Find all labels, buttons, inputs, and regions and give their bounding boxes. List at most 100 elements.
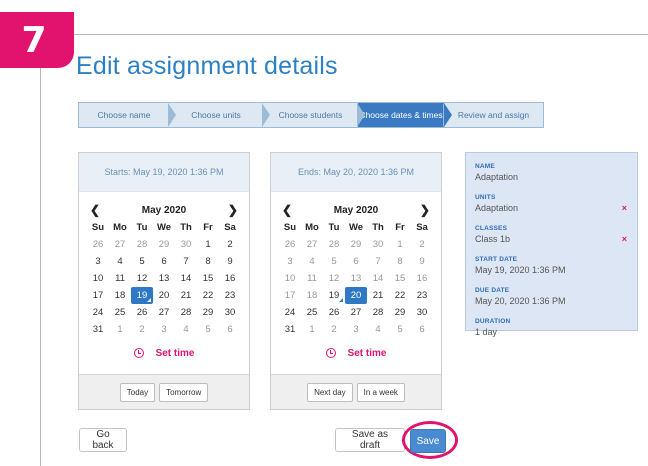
- calendar-day[interactable]: 5: [323, 253, 345, 270]
- calendar-day[interactable]: 28: [175, 304, 197, 321]
- calendar-day[interactable]: 3: [279, 253, 301, 270]
- step-choose-units[interactable]: Choose units: [168, 103, 263, 127]
- calendar-day[interactable]: 7: [367, 253, 389, 270]
- calendar-day[interactable]: 1: [301, 321, 323, 338]
- step-choose-name[interactable]: Choose name: [79, 103, 169, 127]
- calendar-day[interactable]: 10: [279, 270, 301, 287]
- calendar-day[interactable]: 15: [389, 270, 411, 287]
- calendar-day[interactable]: 8: [389, 253, 411, 270]
- calendar-day[interactable]: 26: [87, 236, 109, 253]
- calendar-day[interactable]: 28: [131, 236, 153, 253]
- calendar-day[interactable]: 29: [197, 304, 219, 321]
- calendar-day[interactable]: 24: [279, 304, 301, 321]
- calendar-day[interactable]: 7: [175, 253, 197, 270]
- calendar-day[interactable]: 29: [153, 236, 175, 253]
- calendar-day[interactable]: 20: [153, 287, 175, 304]
- calendar-day[interactable]: 30: [219, 304, 241, 321]
- calendar-day[interactable]: 1: [109, 321, 131, 338]
- calendar-day[interactable]: 16: [411, 270, 433, 287]
- calendar-day[interactable]: 2: [411, 236, 433, 253]
- calendar-day[interactable]: 3: [345, 321, 367, 338]
- calendar-day[interactable]: 2: [131, 321, 153, 338]
- chevron-left-icon[interactable]: ❮: [282, 203, 292, 217]
- calendar-day[interactable]: 17: [279, 287, 301, 304]
- calendar-day[interactable]: 26: [279, 236, 301, 253]
- calendar-day[interactable]: 18: [301, 287, 323, 304]
- chevron-right-icon[interactable]: ❯: [228, 203, 238, 217]
- calendar-day[interactable]: 6: [153, 253, 175, 270]
- calendar-day[interactable]: 15: [197, 270, 219, 287]
- calendar-day[interactable]: 2: [219, 236, 241, 253]
- next-day-button[interactable]: Next day: [307, 382, 353, 402]
- calendar-day[interactable]: 25: [301, 304, 323, 321]
- calendar-day[interactable]: 30: [411, 304, 433, 321]
- calendar-day[interactable]: 11: [109, 270, 131, 287]
- calendar-day[interactable]: 19: [131, 287, 153, 304]
- step-choose-students[interactable]: Choose students: [262, 103, 358, 127]
- calendar-day[interactable]: 30: [175, 236, 197, 253]
- remove-unit-icon[interactable]: ×: [622, 203, 627, 213]
- calendar-day[interactable]: 8: [197, 253, 219, 270]
- calendar-day[interactable]: 20: [345, 287, 367, 304]
- calendar-day[interactable]: 28: [323, 236, 345, 253]
- calendar-day[interactable]: 26: [131, 304, 153, 321]
- calendar-day[interactable]: 1: [197, 236, 219, 253]
- tomorrow-button[interactable]: Tomorrow: [159, 382, 209, 402]
- calendar-day[interactable]: 17: [87, 287, 109, 304]
- calendar-day[interactable]: 22: [197, 287, 219, 304]
- calendar-day[interactable]: 21: [175, 287, 197, 304]
- calendar-day[interactable]: 6: [411, 321, 433, 338]
- calendar-day[interactable]: 16: [219, 270, 241, 287]
- calendar-day[interactable]: 9: [411, 253, 433, 270]
- calendar-day[interactable]: 4: [109, 253, 131, 270]
- calendar-day[interactable]: 23: [219, 287, 241, 304]
- calendar-day[interactable]: 4: [301, 253, 323, 270]
- go-back-button[interactable]: Go back: [79, 428, 127, 452]
- step-review-and-assign[interactable]: Review and assign: [443, 103, 543, 127]
- calendar-day[interactable]: 27: [301, 236, 323, 253]
- calendar-day[interactable]: 5: [389, 321, 411, 338]
- chevron-right-icon[interactable]: ❯: [420, 203, 430, 217]
- calendar-day[interactable]: 29: [389, 304, 411, 321]
- calendar-day[interactable]: 30: [367, 236, 389, 253]
- calendar-day[interactable]: 2: [323, 321, 345, 338]
- today-button[interactable]: Today: [119, 382, 156, 402]
- calendar-day[interactable]: 31: [87, 321, 109, 338]
- calendar-day[interactable]: 6: [345, 253, 367, 270]
- calendar-day[interactable]: 31: [279, 321, 301, 338]
- calendar-day[interactable]: 4: [175, 321, 197, 338]
- calendar-day[interactable]: 12: [323, 270, 345, 287]
- calendar-day[interactable]: 5: [197, 321, 219, 338]
- calendar-day[interactable]: 27: [109, 236, 131, 253]
- calendar-day[interactable]: 4: [367, 321, 389, 338]
- chevron-left-icon[interactable]: ❮: [90, 203, 100, 217]
- calendar-day[interactable]: 22: [389, 287, 411, 304]
- save-button[interactable]: Save: [410, 429, 446, 453]
- set-time-button[interactable]: Set time: [271, 345, 441, 361]
- remove-class-icon[interactable]: ×: [622, 234, 627, 244]
- calendar-day[interactable]: 1: [389, 236, 411, 253]
- calendar-day[interactable]: 13: [345, 270, 367, 287]
- calendar-day[interactable]: 11: [301, 270, 323, 287]
- calendar-day[interactable]: 29: [345, 236, 367, 253]
- in-a-week-button[interactable]: In a week: [356, 382, 405, 402]
- calendar-day[interactable]: 13: [153, 270, 175, 287]
- calendar-day[interactable]: 18: [109, 287, 131, 304]
- calendar-day[interactable]: 3: [87, 253, 109, 270]
- calendar-day[interactable]: 28: [367, 304, 389, 321]
- calendar-day[interactable]: 27: [153, 304, 175, 321]
- step-choose-dates-times[interactable]: Choose dates & times: [357, 103, 452, 127]
- calendar-day[interactable]: 9: [219, 253, 241, 270]
- calendar-day[interactable]: 12: [131, 270, 153, 287]
- set-time-button[interactable]: Set time: [79, 345, 249, 361]
- save-as-draft-button[interactable]: Save as draft: [335, 428, 405, 452]
- calendar-day[interactable]: 25: [109, 304, 131, 321]
- calendar-day[interactable]: 10: [87, 270, 109, 287]
- calendar-day[interactable]: 21: [367, 287, 389, 304]
- calendar-day[interactable]: 14: [367, 270, 389, 287]
- calendar-day[interactable]: 14: [175, 270, 197, 287]
- calendar-day[interactable]: 27: [345, 304, 367, 321]
- calendar-day[interactable]: 5: [131, 253, 153, 270]
- calendar-day[interactable]: 24: [87, 304, 109, 321]
- calendar-day[interactable]: 23: [411, 287, 433, 304]
